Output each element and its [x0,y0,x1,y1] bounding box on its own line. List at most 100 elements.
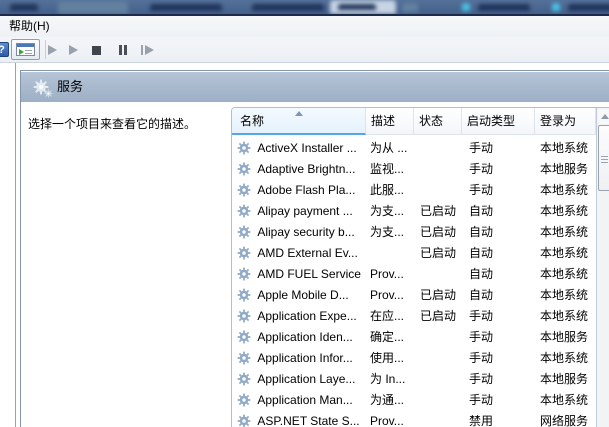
background-tab[interactable] [150,4,222,11]
services-panel: 服务 选择一个项目来查看它的描述。 名称 描述 状态 启动类型 登录为 [20,70,609,427]
service-description: 使用... [370,348,414,369]
services-gear-icon-small [44,89,53,98]
service-logon-as: 本地系统 [540,201,596,222]
gear-icon [237,204,251,218]
service-startup-type: 自动 [469,264,535,285]
service-startup-type: 手动 [469,369,535,390]
table-row[interactable]: Adaptive Brightn... 监视... 手动 本地服务 [232,159,596,180]
background-tab-favicon [462,3,470,11]
restart-service-icon [141,45,143,55]
service-status: 已启动 [420,201,462,222]
service-name: Apple Mobile D... [257,288,348,302]
service-description: 此服... [370,180,414,201]
background-tab[interactable] [568,4,609,11]
service-description: 为 In... [370,369,414,390]
help-icon[interactable]: ? [0,42,9,57]
list-header: 名称 描述 状态 启动类型 登录为 [232,108,596,135]
service-logon-as: 本地服务 [540,369,596,390]
table-row[interactable]: Application Man... 为通... 手动 本地系统 [232,390,596,411]
background-tab[interactable] [252,4,324,11]
menu-bar: 帮助(H) [0,16,609,37]
service-description: 为通... [370,390,414,411]
table-row[interactable]: Adobe Flash Pla... 此服... 手动 本地系统 [232,180,596,201]
start-service-button[interactable] [48,41,66,59]
background-tab-favicon [552,3,560,11]
service-status: 已启动 [420,285,462,306]
gear-icon [237,414,251,427]
start-service-icon [48,45,57,55]
service-logon-as: 本地系统 [540,138,596,159]
scrollbar-up-button[interactable] [598,109,609,124]
resume-service-icon [69,45,78,55]
service-description [370,243,414,264]
vertical-scrollbar[interactable] [596,108,609,427]
menu-help[interactable]: 帮助(H) [6,16,53,37]
service-logon-as: 本地系统 [540,348,596,369]
gear-icon [237,288,251,302]
service-startup-type: 禁用 [469,411,535,427]
service-startup-type: 手动 [469,138,535,159]
service-name: AMD FUEL Service [257,267,361,281]
gear-icon [237,330,251,344]
gear-icon [237,141,251,155]
service-logon-as: 本地系统 [540,285,596,306]
background-tab[interactable] [10,4,38,11]
table-row[interactable]: Application Infor... 使用... 手动 本地系统 [232,348,596,369]
console-tree-pane-edge[interactable] [15,63,16,427]
table-row[interactable]: AMD External Ev... 已启动 自动 本地系统 [232,243,596,264]
service-logon-as: 本地系统 [540,180,596,201]
background-new-tab-button[interactable] [402,3,418,12]
service-description: 监视... [370,159,414,180]
scrollbar-thumb[interactable] [598,125,609,191]
service-rows: ActiveX Installer ... 为从 ... 手动 本地系统 Ada… [232,138,596,427]
service-status: 已启动 [420,243,462,264]
service-logon-as: 本地系统 [540,243,596,264]
service-name: Application Man... [257,393,352,407]
column-header-logon-as[interactable]: 登录为 [535,108,596,135]
service-status [420,264,462,285]
service-logon-as: 本地服务 [540,159,596,180]
show-console-tree-button[interactable] [11,39,40,60]
gear-icon [237,351,251,365]
stop-service-button[interactable] [92,41,110,59]
column-header-status[interactable]: 状态 [414,108,462,135]
table-row[interactable]: Apple Mobile D... Prov... 已启动 自动 本地系统 [232,285,596,306]
service-logon-as: 本地系统 [540,306,596,327]
resume-service-button[interactable] [69,41,87,59]
gear-icon [237,309,251,323]
services-panel-header: 服务 [21,72,609,102]
service-description: 在应... [370,306,414,327]
table-row[interactable]: ASP.NET State S... Prov... 禁用 网络服务 [232,411,596,427]
service-name: Adobe Flash Pla... [257,183,355,197]
background-tab-label [338,4,376,10]
table-row[interactable]: Application Laye... 为 In... 手动 本地服务 [232,369,596,390]
table-row[interactable]: Application Iden... 确定... 手动 本地服务 [232,327,596,348]
service-description: Prov... [370,411,414,427]
background-tab[interactable] [58,1,128,14]
service-startup-type: 手动 [469,327,535,348]
table-row[interactable]: Alipay payment ... 为支... 已启动 自动 本地系统 [232,201,596,222]
show-console-tree-icon [16,43,35,56]
table-row[interactable]: Application Expe... 在应... 已启动 手动 本地系统 [232,306,596,327]
gear-icon [237,225,251,239]
service-status [420,327,462,348]
panel-title: 服务 [57,72,83,102]
service-name: ASP.NET State S... [257,414,359,427]
restart-service-button[interactable] [140,41,158,59]
table-row[interactable]: AMD FUEL Service Prov... 自动 本地系统 [232,264,596,285]
service-name: AMD External Ev... [257,246,357,260]
service-name: Adaptive Brightn... [257,162,355,176]
service-name: Application Iden... [257,330,352,344]
service-startup-type: 自动 [469,201,535,222]
service-status [420,159,462,180]
chevron-up-icon [601,114,609,119]
service-description: Prov... [370,264,414,285]
column-header-startup-type[interactable]: 启动类型 [462,108,535,135]
service-description: 为从 ... [370,138,414,159]
column-header-description[interactable]: 描述 [366,108,414,135]
column-header-name[interactable]: 名称 [232,108,366,135]
table-row[interactable]: Alipay security b... 为支... 已启动 自动 本地系统 [232,222,596,243]
table-row[interactable]: ActiveX Installer ... 为从 ... 手动 本地系统 [232,138,596,159]
pause-service-button[interactable] [117,41,135,59]
background-tab[interactable] [478,4,530,11]
